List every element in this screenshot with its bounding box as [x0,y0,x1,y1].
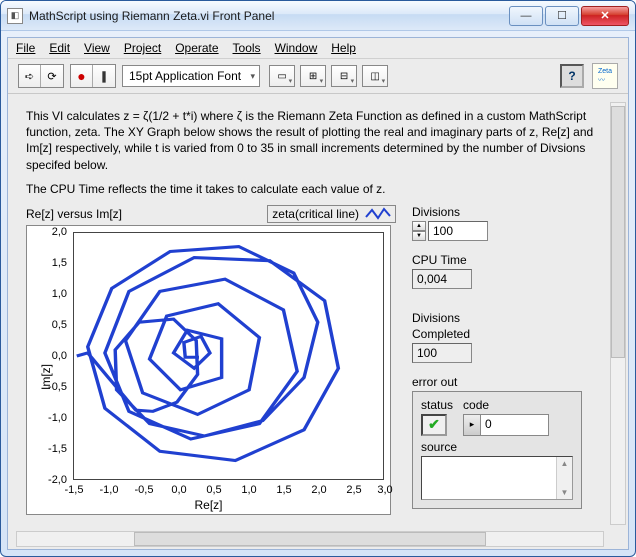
reorder-button[interactable]: ◫ [362,65,388,87]
run-button[interactable]: ➪ [19,65,41,87]
menu-view[interactable]: View [84,41,110,55]
menu-edit[interactable]: Edit [49,41,70,55]
menu-window[interactable]: Window [275,41,318,55]
help-button[interactable]: ? [560,64,584,88]
titlebar[interactable]: ◧ MathScript using Riemann Zeta.vi Front… [1,1,635,31]
xtick: -0,5 [135,484,154,496]
ytick: -0,5 [27,381,71,393]
divisions-input[interactable]: 100 [428,221,488,241]
run-group: ➪ ⟳ [18,64,64,88]
v-scrollbar[interactable] [610,102,626,525]
description-2: The CPU Time reflects the time it takes … [26,181,610,197]
app-window: ◧ MathScript using Riemann Zeta.vi Front… [0,0,636,557]
divcomp-value: 100 [412,343,472,363]
xtick: 0,5 [206,484,221,496]
xy-graph[interactable]: Im[z] Re[z] 2,0 1,5 1,0 0,5 0,0 -0,5 -1,… [26,225,391,515]
run-cont-button[interactable]: ⟳ [41,65,63,87]
abort-button[interactable]: ● [71,65,93,87]
ytick: 1,5 [27,257,71,269]
menu-tools[interactable]: Tools [233,41,261,55]
menubar: File Edit View Project Operate Tools Win… [8,38,628,59]
graph-legend[interactable]: zeta(critical line) [267,205,396,223]
error-cluster: status ✔ code ▸ 0 source [412,391,582,509]
legend-label: zeta(critical line) [272,207,359,221]
menu-operate[interactable]: Operate [175,41,218,55]
code-browse-icon[interactable]: ▸ [463,414,481,436]
legend-sample-icon [365,207,391,221]
minimize-button[interactable]: — [509,6,543,26]
description-1: This VI calculates z = ζ(1/2 + t*i) wher… [26,108,610,173]
code-value: 0 [481,414,549,436]
graph-area: Re[z] versus Im[z] zeta(critical line) I… [26,205,396,515]
app-icon: ◧ [7,8,23,24]
vi-icon[interactable]: Zeta〰 [592,63,618,89]
x-axis-label: Re[z] [194,498,222,512]
xtick: 2,0 [311,484,326,496]
divcomp-label2: Completed [412,327,610,341]
font-label: 15pt Application Font [129,69,241,83]
ytick: -1,5 [27,443,71,455]
menu-project[interactable]: Project [124,41,161,55]
plot-canvas [73,232,384,480]
resize-button[interactable]: ⊟ [331,65,357,87]
divisions-spinner[interactable]: ▲▼ [412,221,426,241]
source-text[interactable]: ▲▼ [421,456,573,500]
xtick: 2,5 [346,484,361,496]
maximize-button[interactable]: ☐ [545,6,579,26]
h-scrollbar[interactable] [16,531,604,547]
divcomp-label1: Divisions [412,311,610,325]
xtick: 3,0 [377,484,392,496]
ytick: 0,0 [27,350,71,362]
close-button[interactable]: ✕ [581,6,629,26]
content-area: This VI calculates z = ζ(1/2 + t*i) wher… [8,94,628,549]
xtick: -1,0 [100,484,119,496]
xtick: 1,0 [241,484,256,496]
font-selector[interactable]: 15pt Application Font [122,65,260,87]
cpu-time-label: CPU Time [412,253,610,267]
side-panel: Divisions ▲▼ 100 CPU Time 0,004 Division… [412,205,610,515]
pause-button[interactable]: ∥ [93,65,115,87]
cpu-time-value: 0,004 [412,269,472,289]
xtick: -1,5 [65,484,84,496]
graph-title: Re[z] versus Im[z] [26,207,122,221]
menu-help[interactable]: Help [331,41,356,55]
source-scrollbar[interactable]: ▲▼ [556,457,572,499]
window-title: MathScript using Riemann Zeta.vi Front P… [29,9,507,23]
status-indicator: ✔ [421,414,447,436]
xtick: 1,5 [276,484,291,496]
error-out-label: error out [412,375,610,389]
toolbar: ➪ ⟳ ● ∥ 15pt Application Font ▭ ⊞ ⊟ ◫ ? … [8,59,628,94]
status-label: status [421,398,453,412]
align-button[interactable]: ▭ [269,65,295,87]
inner-panel: File Edit View Project Operate Tools Win… [7,37,629,550]
ytick: -1,0 [27,412,71,424]
distribute-button[interactable]: ⊞ [300,65,326,87]
divisions-label: Divisions [412,205,610,219]
menu-file[interactable]: File [16,41,35,55]
ytick: 1,0 [27,288,71,300]
ytick: 0,5 [27,319,71,331]
xtick: 0,0 [171,484,186,496]
source-label: source [421,440,573,454]
exec-group: ● ∥ [70,64,116,88]
ytick: 2,0 [27,226,71,238]
code-label: code [463,398,549,412]
